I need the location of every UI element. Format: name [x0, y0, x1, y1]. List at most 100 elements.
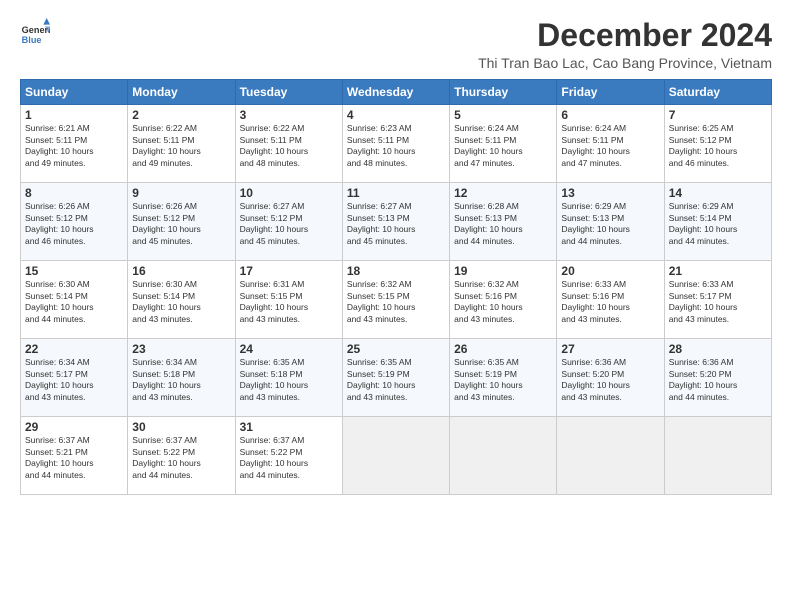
day-info: Sunrise: 6:30 AM Sunset: 5:14 PM Dayligh…	[25, 279, 123, 325]
day-info: Sunrise: 6:22 AM Sunset: 5:11 PM Dayligh…	[240, 123, 338, 169]
day-number: 1	[25, 108, 123, 122]
day-number: 28	[669, 342, 767, 356]
day-number: 20	[561, 264, 659, 278]
day-number: 10	[240, 186, 338, 200]
day-cell: 19Sunrise: 6:32 AM Sunset: 5:16 PM Dayli…	[450, 261, 557, 339]
day-number: 5	[454, 108, 552, 122]
day-number: 22	[25, 342, 123, 356]
day-cell: 16Sunrise: 6:30 AM Sunset: 5:14 PM Dayli…	[128, 261, 235, 339]
day-cell: 12Sunrise: 6:28 AM Sunset: 5:13 PM Dayli…	[450, 183, 557, 261]
day-cell	[664, 417, 771, 495]
day-info: Sunrise: 6:31 AM Sunset: 5:15 PM Dayligh…	[240, 279, 338, 325]
day-cell	[450, 417, 557, 495]
day-number: 2	[132, 108, 230, 122]
col-header-monday: Monday	[128, 80, 235, 105]
day-info: Sunrise: 6:37 AM Sunset: 5:22 PM Dayligh…	[132, 435, 230, 481]
day-cell: 5Sunrise: 6:24 AM Sunset: 5:11 PM Daylig…	[450, 105, 557, 183]
day-info: Sunrise: 6:28 AM Sunset: 5:13 PM Dayligh…	[454, 201, 552, 247]
day-cell: 4Sunrise: 6:23 AM Sunset: 5:11 PM Daylig…	[342, 105, 449, 183]
day-cell: 25Sunrise: 6:35 AM Sunset: 5:19 PM Dayli…	[342, 339, 449, 417]
day-info: Sunrise: 6:36 AM Sunset: 5:20 PM Dayligh…	[669, 357, 767, 403]
day-number: 27	[561, 342, 659, 356]
day-number: 6	[561, 108, 659, 122]
day-info: Sunrise: 6:32 AM Sunset: 5:15 PM Dayligh…	[347, 279, 445, 325]
day-info: Sunrise: 6:26 AM Sunset: 5:12 PM Dayligh…	[132, 201, 230, 247]
day-info: Sunrise: 6:35 AM Sunset: 5:18 PM Dayligh…	[240, 357, 338, 403]
day-info: Sunrise: 6:23 AM Sunset: 5:11 PM Dayligh…	[347, 123, 445, 169]
day-cell: 11Sunrise: 6:27 AM Sunset: 5:13 PM Dayli…	[342, 183, 449, 261]
day-cell: 3Sunrise: 6:22 AM Sunset: 5:11 PM Daylig…	[235, 105, 342, 183]
day-info: Sunrise: 6:30 AM Sunset: 5:14 PM Dayligh…	[132, 279, 230, 325]
day-number: 16	[132, 264, 230, 278]
col-header-tuesday: Tuesday	[235, 80, 342, 105]
day-info: Sunrise: 6:22 AM Sunset: 5:11 PM Dayligh…	[132, 123, 230, 169]
day-number: 11	[347, 186, 445, 200]
day-number: 7	[669, 108, 767, 122]
day-cell: 9Sunrise: 6:26 AM Sunset: 5:12 PM Daylig…	[128, 183, 235, 261]
day-cell: 26Sunrise: 6:35 AM Sunset: 5:19 PM Dayli…	[450, 339, 557, 417]
day-info: Sunrise: 6:33 AM Sunset: 5:16 PM Dayligh…	[561, 279, 659, 325]
col-header-saturday: Saturday	[664, 80, 771, 105]
day-cell: 29Sunrise: 6:37 AM Sunset: 5:21 PM Dayli…	[21, 417, 128, 495]
logo-icon: General Blue	[20, 18, 50, 48]
header-row: SundayMondayTuesdayWednesdayThursdayFrid…	[21, 80, 772, 105]
day-number: 30	[132, 420, 230, 434]
day-number: 15	[25, 264, 123, 278]
day-number: 9	[132, 186, 230, 200]
day-cell: 6Sunrise: 6:24 AM Sunset: 5:11 PM Daylig…	[557, 105, 664, 183]
col-header-thursday: Thursday	[450, 80, 557, 105]
title-block: December 2024 Thi Tran Bao Lac, Cao Bang…	[478, 18, 772, 71]
day-cell: 8Sunrise: 6:26 AM Sunset: 5:12 PM Daylig…	[21, 183, 128, 261]
day-info: Sunrise: 6:25 AM Sunset: 5:12 PM Dayligh…	[669, 123, 767, 169]
day-number: 14	[669, 186, 767, 200]
day-cell: 30Sunrise: 6:37 AM Sunset: 5:22 PM Dayli…	[128, 417, 235, 495]
day-info: Sunrise: 6:24 AM Sunset: 5:11 PM Dayligh…	[454, 123, 552, 169]
day-number: 25	[347, 342, 445, 356]
day-info: Sunrise: 6:32 AM Sunset: 5:16 PM Dayligh…	[454, 279, 552, 325]
day-info: Sunrise: 6:27 AM Sunset: 5:12 PM Dayligh…	[240, 201, 338, 247]
day-number: 3	[240, 108, 338, 122]
day-info: Sunrise: 6:29 AM Sunset: 5:14 PM Dayligh…	[669, 201, 767, 247]
col-header-sunday: Sunday	[21, 80, 128, 105]
day-info: Sunrise: 6:24 AM Sunset: 5:11 PM Dayligh…	[561, 123, 659, 169]
day-info: Sunrise: 6:35 AM Sunset: 5:19 PM Dayligh…	[454, 357, 552, 403]
day-info: Sunrise: 6:34 AM Sunset: 5:17 PM Dayligh…	[25, 357, 123, 403]
day-cell: 14Sunrise: 6:29 AM Sunset: 5:14 PM Dayli…	[664, 183, 771, 261]
day-cell: 7Sunrise: 6:25 AM Sunset: 5:12 PM Daylig…	[664, 105, 771, 183]
week-row-4: 22Sunrise: 6:34 AM Sunset: 5:17 PM Dayli…	[21, 339, 772, 417]
col-header-wednesday: Wednesday	[342, 80, 449, 105]
day-info: Sunrise: 6:21 AM Sunset: 5:11 PM Dayligh…	[25, 123, 123, 169]
day-cell: 13Sunrise: 6:29 AM Sunset: 5:13 PM Dayli…	[557, 183, 664, 261]
day-info: Sunrise: 6:27 AM Sunset: 5:13 PM Dayligh…	[347, 201, 445, 247]
day-cell: 28Sunrise: 6:36 AM Sunset: 5:20 PM Dayli…	[664, 339, 771, 417]
day-info: Sunrise: 6:33 AM Sunset: 5:17 PM Dayligh…	[669, 279, 767, 325]
day-number: 18	[347, 264, 445, 278]
day-number: 4	[347, 108, 445, 122]
col-header-friday: Friday	[557, 80, 664, 105]
week-row-5: 29Sunrise: 6:37 AM Sunset: 5:21 PM Dayli…	[21, 417, 772, 495]
day-info: Sunrise: 6:29 AM Sunset: 5:13 PM Dayligh…	[561, 201, 659, 247]
day-info: Sunrise: 6:34 AM Sunset: 5:18 PM Dayligh…	[132, 357, 230, 403]
logo: General Blue	[20, 18, 50, 48]
day-cell: 20Sunrise: 6:33 AM Sunset: 5:16 PM Dayli…	[557, 261, 664, 339]
day-number: 26	[454, 342, 552, 356]
page: General Blue December 2024 Thi Tran Bao …	[0, 0, 792, 612]
day-info: Sunrise: 6:35 AM Sunset: 5:19 PM Dayligh…	[347, 357, 445, 403]
day-cell: 21Sunrise: 6:33 AM Sunset: 5:17 PM Dayli…	[664, 261, 771, 339]
day-cell: 17Sunrise: 6:31 AM Sunset: 5:15 PM Dayli…	[235, 261, 342, 339]
day-info: Sunrise: 6:26 AM Sunset: 5:12 PM Dayligh…	[25, 201, 123, 247]
day-number: 24	[240, 342, 338, 356]
day-cell: 18Sunrise: 6:32 AM Sunset: 5:15 PM Dayli…	[342, 261, 449, 339]
day-number: 8	[25, 186, 123, 200]
day-cell	[557, 417, 664, 495]
svg-text:Blue: Blue	[22, 35, 42, 45]
day-cell: 1Sunrise: 6:21 AM Sunset: 5:11 PM Daylig…	[21, 105, 128, 183]
subtitle: Thi Tran Bao Lac, Cao Bang Province, Vie…	[478, 55, 772, 71]
day-cell	[342, 417, 449, 495]
day-info: Sunrise: 6:37 AM Sunset: 5:21 PM Dayligh…	[25, 435, 123, 481]
day-cell: 15Sunrise: 6:30 AM Sunset: 5:14 PM Dayli…	[21, 261, 128, 339]
day-number: 19	[454, 264, 552, 278]
day-number: 29	[25, 420, 123, 434]
week-row-3: 15Sunrise: 6:30 AM Sunset: 5:14 PM Dayli…	[21, 261, 772, 339]
day-number: 31	[240, 420, 338, 434]
